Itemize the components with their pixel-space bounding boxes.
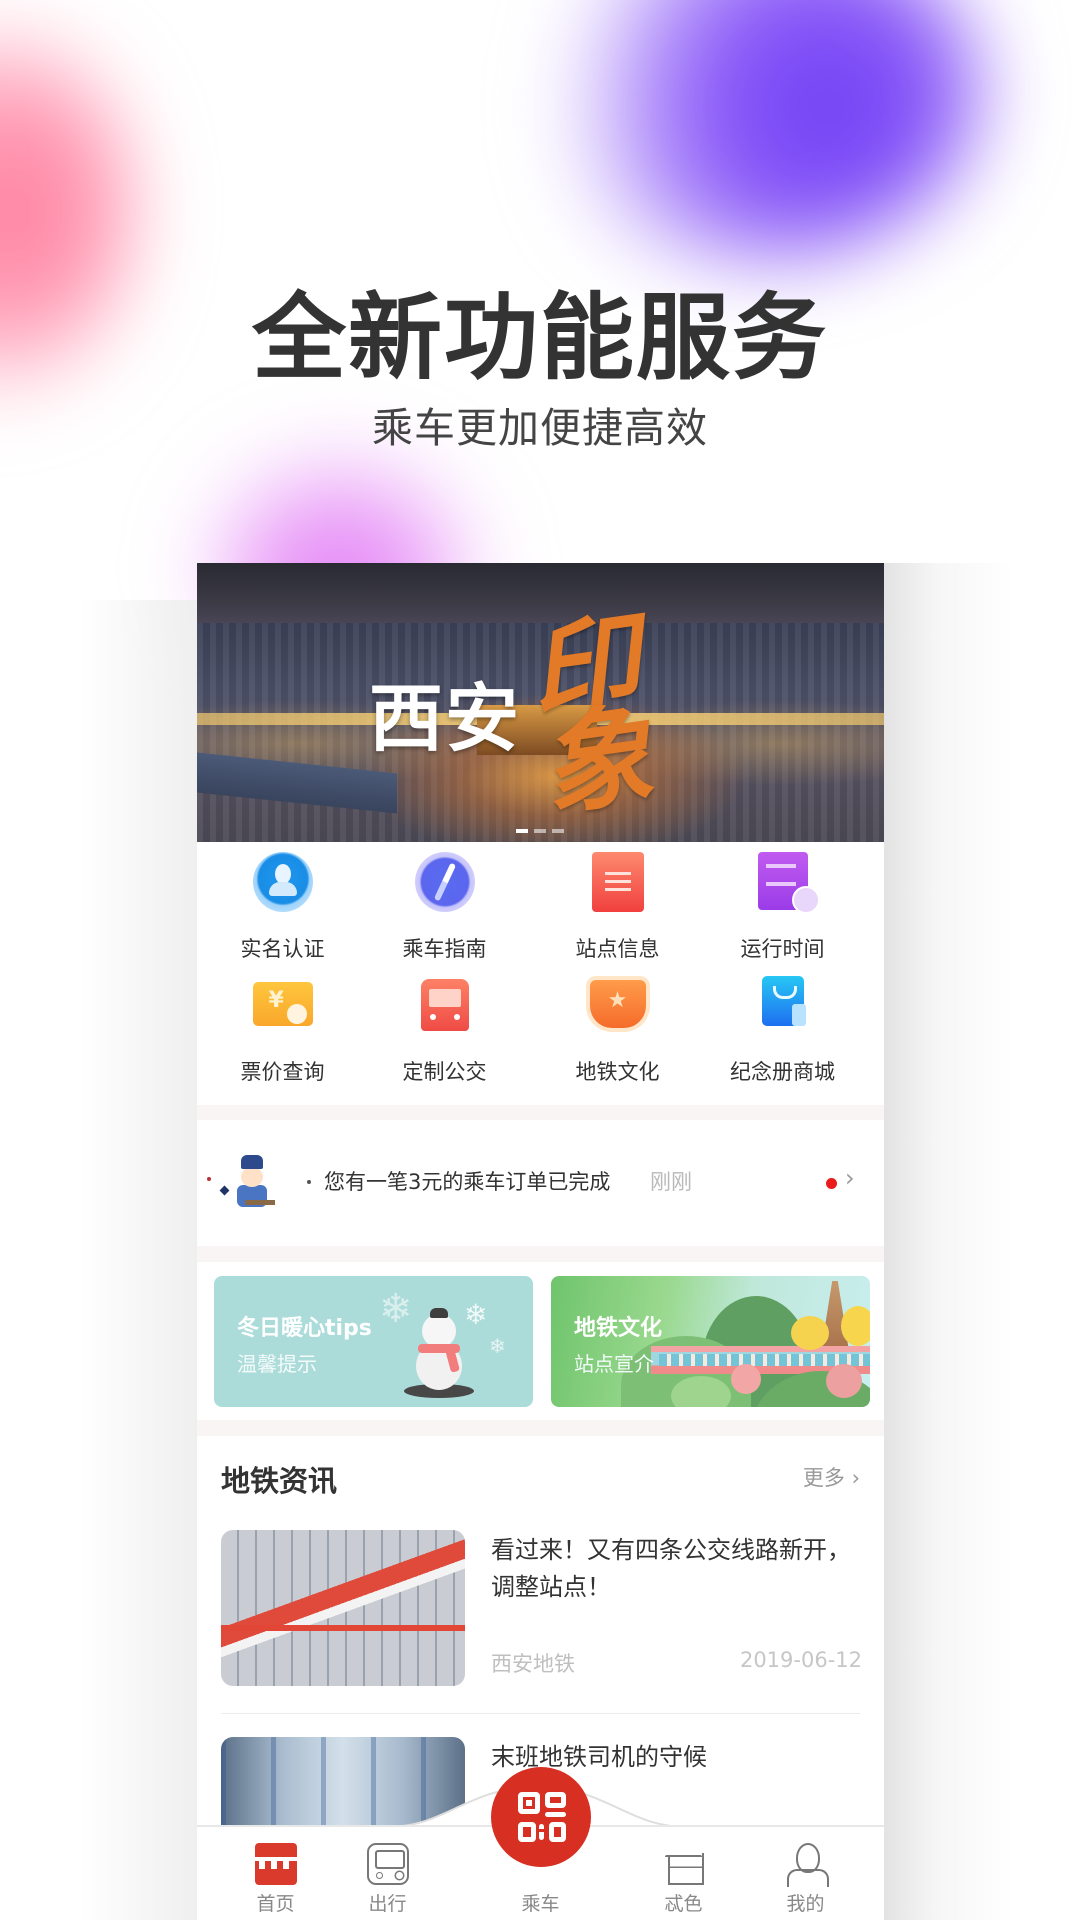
banner-calligraphy: 印象: [520, 598, 660, 833]
notice-message: 您有一笔3元的乘车订单已完成: [324, 1170, 611, 1194]
news-item[interactable]: 看过来！又有四条公交线路新开，调整站点！ 西安地铁 2019-06-12: [197, 1530, 884, 1700]
service-label: 定制公交: [402, 1060, 487, 1084]
banner-carousel[interactable]: 西安 印象: [197, 563, 884, 842]
tab-travel[interactable]: 出行: [319, 1827, 456, 1920]
service-label: 票价查询: [240, 1060, 325, 1084]
card-winter-tips[interactable]: ❄ ❄ ❄ 冬日暖心tips 温馨提示: [214, 1276, 533, 1407]
pagoda-icon: [663, 1843, 705, 1885]
service-label: 纪念册商城: [730, 1060, 835, 1084]
banner-dot[interactable]: [516, 829, 528, 833]
tab-label: 我的: [786, 1893, 825, 1915]
news-section-title: 地铁资讯: [221, 1464, 338, 1498]
service-fare-query[interactable]: 票价查询: [197, 842, 368, 1084]
order-notice[interactable]: 您有一笔3元的乘车订单已完成 刚刚 ›: [197, 1120, 884, 1246]
tab-label: 忒色: [664, 1893, 703, 1915]
chevron-right-icon: ›: [845, 1164, 855, 1192]
phone-shadow-left: [80, 600, 197, 1920]
tab-ride[interactable]: 乘车: [472, 1767, 609, 1920]
bus-icon: [420, 979, 469, 1031]
service-grid: 实名认证 乘车指南 站点信息 运行时间 票价查询 定制公交 地铁文化 纪念册商: [197, 842, 884, 1105]
service-custom-bus[interactable]: 定制公交: [359, 842, 530, 1084]
mascot-illustration: [207, 1155, 277, 1220]
section-divider: [197, 1246, 884, 1262]
section-divider: [197, 1420, 884, 1436]
news-more-link[interactable]: 更多 ›: [803, 1462, 860, 1492]
more-label: 更多: [802, 1466, 845, 1490]
card-title: 地铁文化: [574, 1316, 663, 1341]
notice-time: 刚刚: [650, 1170, 692, 1194]
tab-special[interactable]: 忒色: [615, 1827, 752, 1920]
star-badge-icon: [589, 980, 646, 1028]
news-source: 西安地铁: [491, 1652, 575, 1676]
service-souvenir-shop[interactable]: 纪念册商城: [697, 842, 868, 1084]
section-divider: [197, 1105, 884, 1121]
ticket-price-icon: [252, 982, 313, 1026]
chevron-right-icon: ›: [851, 1466, 860, 1490]
banner-pagination: [516, 829, 564, 833]
banner-title: 西安: [369, 676, 521, 762]
train-icon: [366, 1843, 409, 1885]
service-metro-culture[interactable]: 地铁文化: [532, 842, 703, 1084]
snowman-illustration: [404, 1308, 474, 1398]
service-label: 地铁文化: [575, 1060, 660, 1084]
ride-qr-button[interactable]: [490, 1767, 591, 1867]
tab-mine[interactable]: 我的: [737, 1827, 874, 1920]
promo-subtitle: 乘车更加便捷高效: [372, 404, 708, 452]
unread-dot: [826, 1178, 837, 1189]
news-title: 看过来！又有四条公交线路新开，调整站点！: [491, 1536, 851, 1601]
snowflake-icon: ❄: [489, 1334, 506, 1358]
news-separator: [221, 1713, 860, 1714]
news-date: 2019-06-12: [739, 1648, 862, 1672]
tab-label: 乘车: [521, 1893, 560, 1915]
tab-label: 出行: [368, 1893, 407, 1915]
promo-cards: ❄ ❄ ❄ 冬日暖心tips 温馨提示 地铁文化 站点宣介: [197, 1262, 884, 1420]
banner-dot[interactable]: [552, 829, 564, 833]
card-metro-culture[interactable]: 地铁文化 站点宣介: [551, 1276, 870, 1407]
qr-code-icon: [517, 1792, 566, 1842]
promo-title: 全新功能服务: [251, 284, 828, 393]
phone-screen: 西安 印象 实名认证 乘车指南 站点信息 运行时间 票价查询: [197, 563, 884, 1920]
home-icon: [254, 1843, 297, 1885]
bullet-dot: [307, 1180, 311, 1184]
phone-shadow-right: [884, 563, 1014, 1920]
shopping-bag-icon: [761, 976, 806, 1026]
banner-dot[interactable]: [534, 829, 546, 833]
card-subtitle: 温馨提示: [237, 1352, 317, 1376]
card-title: 冬日暖心tips: [237, 1316, 372, 1341]
news-thumbnail: [221, 1530, 465, 1686]
bottom-tab-bar: 首页 出行 乘车 忒色 我的: [197, 1767, 884, 1920]
user-icon: [785, 1843, 829, 1887]
card-subtitle: 站点宣介: [574, 1352, 654, 1376]
background-blob-violet: [540, 0, 980, 260]
